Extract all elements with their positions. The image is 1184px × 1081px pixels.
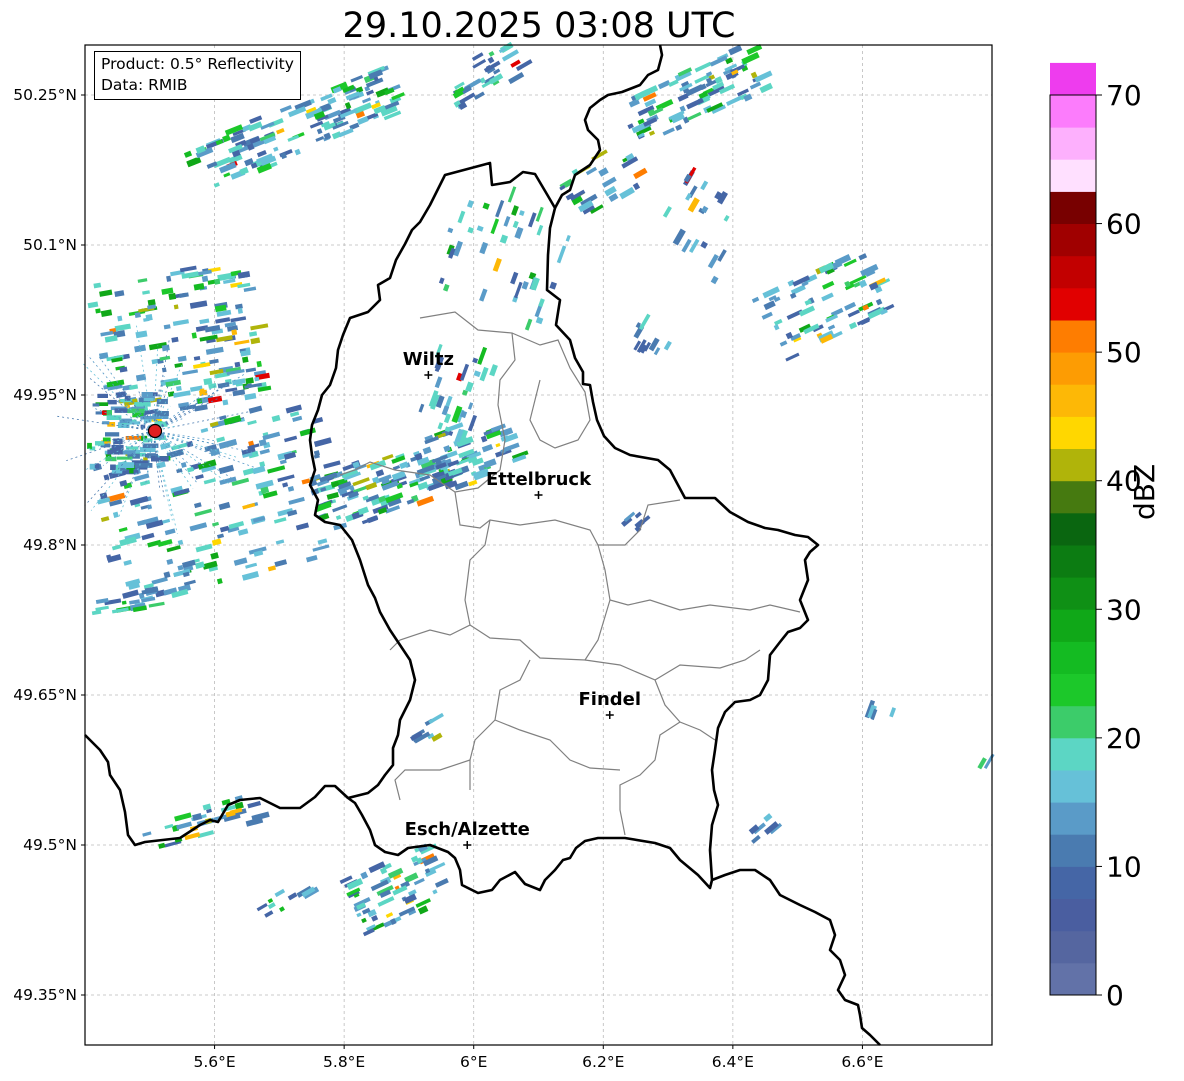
colorbar-swatch <box>1050 512 1096 546</box>
echo-cell <box>105 432 120 437</box>
info-box: Product: 0.5° Reflectivity Data: RMIB <box>94 51 301 100</box>
lon-tick-label: 5.6°E <box>193 1053 235 1071</box>
echo-cell <box>237 307 243 314</box>
echo-cell <box>134 402 151 407</box>
colorbar-swatch <box>1050 898 1096 932</box>
colorbar-tick-label: 20 <box>1106 722 1142 755</box>
echo-cell <box>107 399 117 405</box>
lon-tick-label: 6.4°E <box>712 1053 754 1071</box>
lat-tick-label: 49.8°N <box>23 536 77 554</box>
lon-tick-label: 6.6°E <box>841 1053 883 1071</box>
colorbar-swatch <box>1050 95 1096 128</box>
data-source-label: Data: RMIB <box>101 76 188 94</box>
lat-tick-label: 50.1°N <box>23 236 77 254</box>
colorbar-tick-label: 30 <box>1106 593 1142 626</box>
colorbar-swatch <box>1050 62 1096 96</box>
colorbar-swatch <box>1050 834 1096 867</box>
echo-cell <box>254 376 260 382</box>
city-label: Wiltz <box>403 349 454 370</box>
echo-cell <box>161 367 167 373</box>
colorbar-swatch <box>1050 320 1096 353</box>
colorbar-swatch <box>1050 962 1096 996</box>
lat-tick-label: 49.65°N <box>13 686 77 704</box>
colorbar-swatch <box>1050 577 1096 610</box>
echo-cell <box>116 456 133 460</box>
echo-cell <box>201 275 209 283</box>
colorbar-swatch <box>1050 384 1096 417</box>
colorbar-swatch <box>1050 930 1096 964</box>
lon-tick-label: 6.2°E <box>582 1053 624 1071</box>
radar-map: Wiltz Ettelbruck Findel Esch/Alzette 50.25°… <box>13 41 1142 1071</box>
echo-cell <box>214 278 221 285</box>
colorbar-swatch <box>1050 255 1096 289</box>
colorbar-swatch <box>1050 705 1096 739</box>
echo-cell <box>95 441 105 446</box>
echo-cell <box>114 408 129 413</box>
echo-cell <box>245 347 251 354</box>
lat-tick-label: 49.35°N <box>13 986 77 1004</box>
colorbar-swatch <box>1050 480 1096 514</box>
echo-cell <box>222 399 229 406</box>
colorbar-tick-label: 60 <box>1106 208 1142 241</box>
colorbar-tick-label: 50 <box>1106 336 1142 369</box>
colorbar-tick-label: 0 <box>1106 979 1124 1012</box>
echo-cell <box>231 329 238 336</box>
lat-tick-label: 49.95°N <box>13 386 77 404</box>
echo-cell <box>102 437 111 442</box>
colorbar-swatch <box>1050 545 1096 578</box>
colorbar-swatch <box>1050 770 1096 803</box>
colorbar-swatch <box>1050 287 1096 321</box>
lon-tick-label: 5.8°E <box>323 1053 365 1071</box>
product-label: Product: 0.5° Reflectivity <box>101 55 294 73</box>
colorbar-swatch <box>1050 191 1096 224</box>
lon-tick-label: 6°E <box>460 1053 487 1071</box>
echo-cell <box>117 315 123 322</box>
city-label: Findel <box>578 689 641 710</box>
colorbar-swatch <box>1050 609 1096 642</box>
echo-cell <box>113 438 123 445</box>
colorbar-swatch <box>1050 866 1096 899</box>
colorbar-swatch <box>1050 127 1096 160</box>
colorbar: 010203040506070 <box>1049 62 1142 1012</box>
echo-cell <box>97 393 108 398</box>
colorbar-swatch <box>1050 673 1096 707</box>
colorbar-swatch <box>1050 416 1096 449</box>
echo-cell <box>110 464 116 470</box>
lat-tick-label: 49.5°N <box>23 836 77 854</box>
colorbar-label: dBZ <box>1128 463 1161 520</box>
echo-cell <box>199 388 205 395</box>
echo-cell <box>135 463 153 468</box>
city-label: Ettelbruck <box>486 469 592 490</box>
colorbar-swatch <box>1050 448 1096 482</box>
echo-cell <box>234 361 241 368</box>
colorbar-swatch <box>1050 159 1096 192</box>
city-label: Esch/Alzette <box>405 819 530 840</box>
colorbar-tick-label: 70 <box>1106 79 1142 112</box>
colorbar-swatch <box>1050 352 1096 385</box>
echo-cell <box>95 308 101 314</box>
colorbar-swatch <box>1050 802 1096 835</box>
echo-cell <box>92 403 100 407</box>
echo-cell <box>168 292 177 301</box>
echo-cell <box>129 469 134 474</box>
echo-cell <box>134 312 141 319</box>
colorbar-swatch <box>1050 641 1096 674</box>
colorbar-tick-label: 10 <box>1106 850 1142 883</box>
echo-cell <box>118 462 135 468</box>
echo-cell <box>241 356 249 363</box>
echo-cell <box>143 419 152 423</box>
echo-cell <box>107 449 123 455</box>
radar-site-marker <box>147 423 163 439</box>
echo-cell <box>173 304 179 310</box>
colorbar-swatch <box>1050 223 1096 257</box>
lat-tick-label: 50.25°N <box>13 86 77 104</box>
echo-cell <box>175 385 182 392</box>
colorbar-swatch <box>1050 737 1096 771</box>
